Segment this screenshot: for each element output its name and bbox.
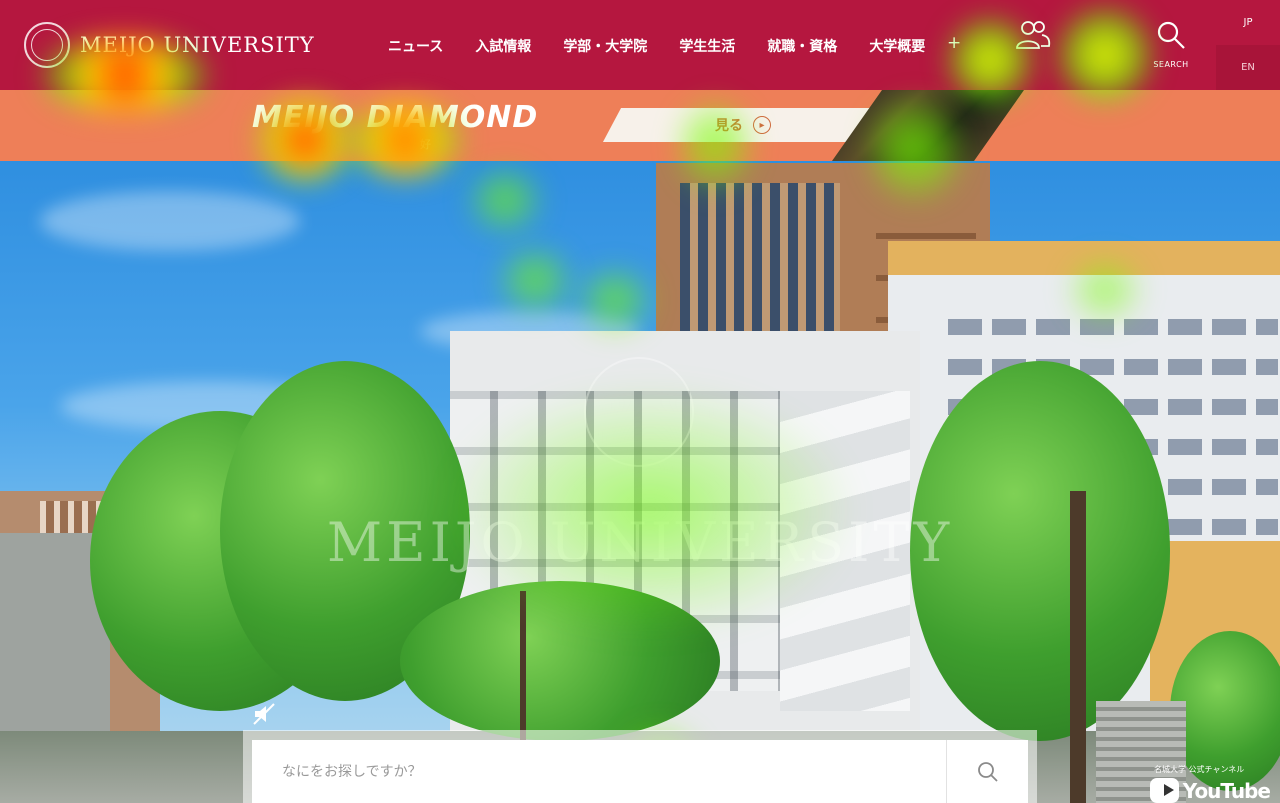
nav-more-button[interactable]: + — [947, 33, 961, 53]
user-group-icon[interactable] — [1015, 18, 1051, 52]
banner-title: MEIJO DIAMOND — [252, 100, 539, 135]
global-nav: ニュース 入試情報 学部・大学院 学生生活 就職・資格 大学概要 — [388, 36, 925, 56]
hero-watermark: MEIJO UNIVERSITY — [326, 511, 954, 574]
lang-en-button[interactable]: EN — [1216, 45, 1280, 90]
university-logo[interactable]: MEIJO UNIVERSITY — [24, 20, 315, 70]
banner-view-label: 見る — [715, 118, 743, 134]
tree — [400, 581, 720, 741]
nav-faculties[interactable]: 学部・大学院 — [563, 36, 647, 56]
banner-subtitle: 好 — [420, 138, 431, 151]
search-label: SEARCH — [1153, 60, 1189, 69]
hero-campus-video: MEIJO UNIVERSITY — [0, 161, 1280, 803]
arrow-circle-icon: ▸ — [753, 116, 771, 134]
university-seal-icon — [24, 22, 70, 68]
mute-button[interactable] — [250, 700, 278, 728]
nav-news[interactable]: ニュース — [388, 36, 443, 56]
nav-about[interactable]: 大学概要 — [869, 36, 925, 56]
header-search-button[interactable]: SEARCH — [1148, 20, 1194, 74]
hero-search-submit[interactable] — [946, 740, 1028, 803]
nav-student-life[interactable]: 学生生活 — [679, 36, 735, 56]
search-icon — [1157, 21, 1185, 49]
mute-icon — [253, 703, 275, 725]
youtube-caption: 名城大学 公式チャンネル — [1154, 765, 1245, 774]
nav-admissions[interactable]: 入試情報 — [475, 36, 531, 56]
site-header: MEIJO UNIVERSITY ニュース 入試情報 学部・大学院 学生生活 就… — [0, 0, 1280, 90]
nav-careers[interactable]: 就職・資格 — [767, 36, 837, 56]
search-icon — [977, 761, 998, 782]
watermark-seal-icon — [584, 357, 694, 467]
youtube-play-icon — [1150, 778, 1179, 803]
banner-photo — [832, 90, 1024, 161]
language-switcher: JP EN — [1216, 0, 1280, 90]
youtube-channel-link[interactable]: 名城大学 公式チャンネル YouTube — [1150, 764, 1271, 803]
hero-search-input[interactable] — [252, 740, 946, 803]
youtube-wordmark: YouTube — [1182, 778, 1271, 803]
banner-view-button[interactable]: 見る ▸ — [602, 108, 884, 142]
promo-banner[interactable]: MEIJO DIAMOND 好 見る ▸ — [0, 90, 1280, 161]
logo-text: MEIJO UNIVERSITY — [80, 33, 315, 57]
lang-jp-button[interactable]: JP — [1216, 0, 1280, 45]
